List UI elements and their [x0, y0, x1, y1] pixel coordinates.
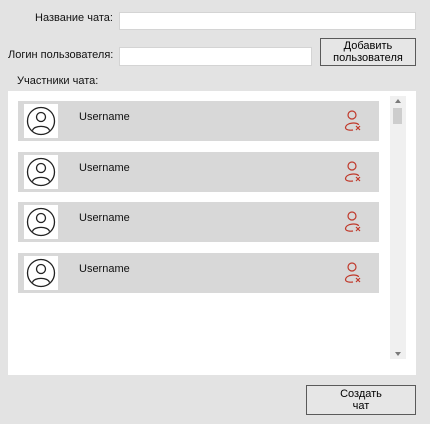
scrollbar[interactable] [390, 96, 406, 359]
create-chat-button[interactable]: Создать чат [306, 385, 416, 415]
remove-user-icon[interactable] [343, 160, 363, 184]
participant-username: Username [79, 263, 130, 275]
participant-row: Username [18, 101, 379, 141]
participants-list: Username Username Username Username [8, 91, 416, 375]
participant-row: Username [18, 202, 379, 242]
user-avatar-icon [24, 155, 58, 189]
participants-label: Участники чата: [17, 75, 99, 87]
participant-username: Username [79, 212, 130, 224]
chat-name-label: Название чата: [35, 12, 113, 24]
chat-name-input[interactable] [119, 12, 416, 30]
participant-row: Username [18, 253, 379, 293]
scrollbar-thumb[interactable] [393, 108, 402, 124]
remove-user-icon[interactable] [343, 210, 363, 234]
remove-user-icon[interactable] [343, 261, 363, 285]
user-avatar-icon [24, 256, 58, 290]
user-avatar-icon [24, 104, 58, 138]
login-label: Логин пользователя: [8, 49, 114, 61]
participant-username: Username [79, 111, 130, 123]
participant-username: Username [79, 162, 130, 174]
add-user-button[interactable]: Добавить пользователя [320, 38, 416, 66]
participant-row: Username [18, 152, 379, 192]
login-input[interactable] [119, 47, 312, 66]
scroll-down-icon[interactable] [395, 352, 401, 356]
remove-user-icon[interactable] [343, 109, 363, 133]
scroll-up-icon[interactable] [395, 99, 401, 103]
user-avatar-icon [24, 205, 58, 239]
